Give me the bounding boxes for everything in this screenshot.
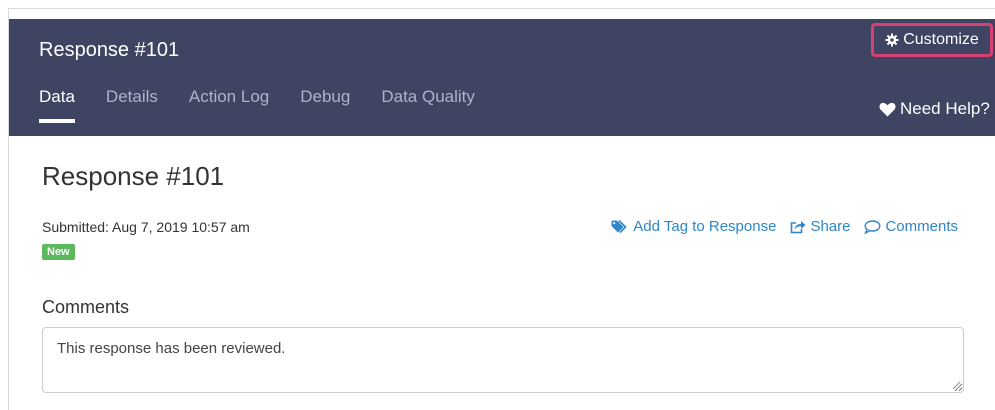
heart-icon [879,102,896,117]
tab-data[interactable]: Data [39,87,75,123]
resize-handle-icon[interactable] [951,380,961,390]
customize-button[interactable]: Customize [871,23,993,57]
add-tag-label: Add Tag to Response [633,218,777,235]
comments-textarea[interactable]: This response has been reviewed. [42,327,964,393]
customize-label: Customize [903,31,979,48]
tab-details[interactable]: Details [106,87,158,121]
response-actions: Add Tag to Response Share Comments [611,218,958,235]
comments-heading: Comments [42,297,130,317]
tab-debug[interactable]: Debug [300,87,350,121]
gear-icon [885,33,899,47]
tags-icon [611,219,629,234]
page-title: Response #101 [42,161,225,191]
share-link[interactable]: Share [790,218,850,235]
submitted-timestamp: Submitted: Aug 7, 2019 10:57 am [42,219,250,235]
comments-link[interactable]: Comments [864,218,958,235]
tab-data-quality[interactable]: Data Quality [381,87,475,121]
share-label: Share [810,218,851,235]
share-icon [790,220,806,234]
need-help-link[interactable]: Need Help? [879,99,990,119]
tab-action-log[interactable]: Action Log [189,87,269,121]
add-tag-link[interactable]: Add Tag to Response [611,218,776,235]
tab-bar: Data Details Action Log Debug Data Quali… [39,87,506,123]
header-bar: Response #101 Customize Data Details Act… [9,19,995,136]
need-help-label: Need Help? [900,99,990,118]
status-badge: New [42,244,75,260]
header-title: Response #101 [39,39,180,61]
response-window: Response #101 Customize Data Details Act… [8,8,995,410]
comment-icon [864,219,881,234]
comments-link-label: Comments [885,218,958,235]
